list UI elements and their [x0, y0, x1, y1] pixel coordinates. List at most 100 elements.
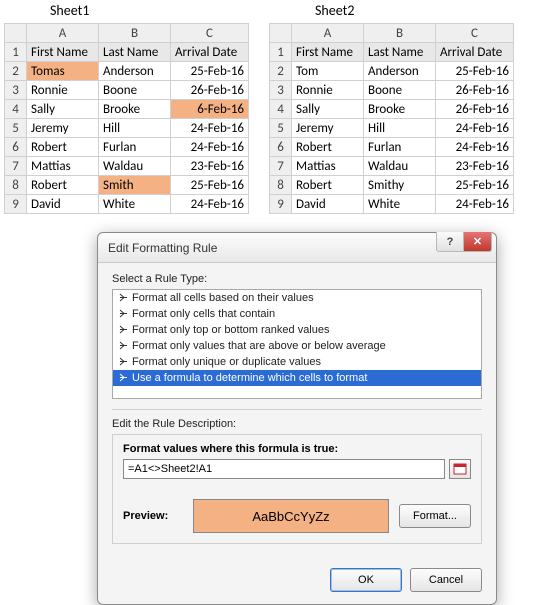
cell[interactable]: First Name [292, 43, 364, 62]
rule-type-arrow-icon [119, 373, 128, 382]
close-button[interactable]: ✕ [464, 232, 492, 252]
rule-type-item[interactable]: Format only cells that contain [113, 306, 481, 322]
row-header[interactable]: 2 [5, 62, 27, 81]
cell[interactable]: 24-Feb-16 [436, 138, 514, 157]
cell[interactable]: Arrival Date [171, 43, 249, 62]
select-all-corner[interactable] [270, 24, 292, 43]
row-header[interactable]: 9 [5, 195, 27, 214]
formula-input[interactable] [123, 459, 445, 479]
row-header[interactable]: 2 [270, 62, 292, 81]
rule-type-listbox[interactable]: Format all cells based on their valuesFo… [112, 289, 482, 399]
column-header[interactable]: C [436, 24, 514, 43]
cell[interactable]: Last Name [364, 43, 436, 62]
cell[interactable]: Boone [364, 81, 436, 100]
cell[interactable]: Arrival Date [436, 43, 514, 62]
row-header[interactable]: 6 [5, 138, 27, 157]
cell[interactable]: 24-Feb-16 [171, 119, 249, 138]
cell[interactable]: 24-Feb-16 [436, 195, 514, 214]
cell[interactable]: 6-Feb-16 [171, 100, 249, 119]
cell[interactable]: Mattias [27, 157, 99, 176]
row-header[interactable]: 1 [5, 43, 27, 62]
column-header[interactable]: B [364, 24, 436, 43]
help-button[interactable]: ? [436, 232, 464, 252]
rule-type-item[interactable]: Format only values that are above or bel… [113, 338, 481, 354]
cell[interactable]: Tom [292, 62, 364, 81]
cell[interactable]: Boone [99, 81, 171, 100]
cell[interactable]: White [364, 195, 436, 214]
cell[interactable]: Waldau [364, 157, 436, 176]
row-header[interactable]: 7 [270, 157, 292, 176]
cell[interactable]: Sally [292, 100, 364, 119]
cell[interactable]: Robert [27, 138, 99, 157]
cell[interactable]: Anderson [99, 62, 171, 81]
cell[interactable]: Hill [99, 119, 171, 138]
sheet-block: Sheet1ABC1First NameLast NameArrival Dat… [4, 0, 249, 214]
cell[interactable]: 24-Feb-16 [171, 195, 249, 214]
cell[interactable]: Jeremy [292, 119, 364, 138]
row-header[interactable]: 4 [270, 100, 292, 119]
cell[interactable]: Brooke [364, 100, 436, 119]
cell[interactable]: Waldau [99, 157, 171, 176]
cell[interactable]: Jeremy [27, 119, 99, 138]
column-header[interactable]: B [99, 24, 171, 43]
cell[interactable]: Furlan [364, 138, 436, 157]
row-header[interactable]: 5 [5, 119, 27, 138]
rule-type-item[interactable]: Format only unique or duplicate values [113, 354, 481, 370]
cell[interactable]: 25-Feb-16 [171, 176, 249, 195]
row-header[interactable]: 1 [270, 43, 292, 62]
cell[interactable]: White [99, 195, 171, 214]
cell[interactable]: Tomas [27, 62, 99, 81]
cell[interactable]: David [292, 195, 364, 214]
row-header[interactable]: 5 [270, 119, 292, 138]
cancel-button[interactable]: Cancel [410, 568, 482, 592]
cell[interactable]: Ronnie [27, 81, 99, 100]
cell[interactable]: Robert [27, 176, 99, 195]
cell[interactable]: First Name [27, 43, 99, 62]
row-header[interactable]: 8 [5, 176, 27, 195]
cell[interactable]: Furlan [99, 138, 171, 157]
column-header[interactable]: A [292, 24, 364, 43]
row-header[interactable]: 7 [5, 157, 27, 176]
cell[interactable]: 23-Feb-16 [436, 157, 514, 176]
cell[interactable]: Sally [27, 100, 99, 119]
cell[interactable]: 24-Feb-16 [171, 138, 249, 157]
column-header[interactable]: A [27, 24, 99, 43]
cell[interactable]: Mattias [292, 157, 364, 176]
dialog-titlebar[interactable]: Edit Formatting Rule ? ✕ [98, 233, 496, 263]
row-header[interactable]: 8 [270, 176, 292, 195]
cell[interactable]: Hill [364, 119, 436, 138]
row-header[interactable]: 9 [270, 195, 292, 214]
cell[interactable]: Smithy [364, 176, 436, 195]
cell[interactable]: 23-Feb-16 [171, 157, 249, 176]
row-header[interactable]: 3 [5, 81, 27, 100]
ok-button[interactable]: OK [330, 568, 402, 592]
rule-type-item[interactable]: Use a formula to determine which cells t… [113, 370, 481, 386]
rule-type-item[interactable]: Format only top or bottom ranked values [113, 322, 481, 338]
cell[interactable]: David [27, 195, 99, 214]
column-header[interactable]: C [171, 24, 249, 43]
cell[interactable]: Last Name [99, 43, 171, 62]
cell[interactable]: 26-Feb-16 [436, 100, 514, 119]
cell[interactable]: 25-Feb-16 [436, 62, 514, 81]
cell[interactable]: Robert [292, 176, 364, 195]
cell[interactable]: 26-Feb-16 [171, 81, 249, 100]
cell[interactable]: Ronnie [292, 81, 364, 100]
row-header[interactable]: 4 [5, 100, 27, 119]
rule-type-item[interactable]: Format all cells based on their values [113, 290, 481, 306]
spreadsheet-grid[interactable]: ABC 1First NameLast NameArrival Date 2TomA… [269, 23, 514, 214]
range-picker-button[interactable] [449, 459, 471, 479]
cell[interactable]: 26-Feb-16 [436, 81, 514, 100]
preview-text: AaBbCcYyZz [252, 509, 329, 524]
row-header[interactable]: 6 [270, 138, 292, 157]
cell[interactable]: Robert [292, 138, 364, 157]
select-all-corner[interactable] [5, 24, 27, 43]
format-button[interactable]: Format... [399, 504, 471, 528]
cell[interactable]: 25-Feb-16 [436, 176, 514, 195]
row-header[interactable]: 3 [270, 81, 292, 100]
cell[interactable]: 24-Feb-16 [436, 119, 514, 138]
cell[interactable]: 25-Feb-16 [171, 62, 249, 81]
cell[interactable]: Smith [99, 176, 171, 195]
cell[interactable]: Anderson [364, 62, 436, 81]
spreadsheet-grid[interactable]: ABC 1First NameLast NameArrival Date 2Toma… [4, 23, 249, 214]
cell[interactable]: Brooke [99, 100, 171, 119]
